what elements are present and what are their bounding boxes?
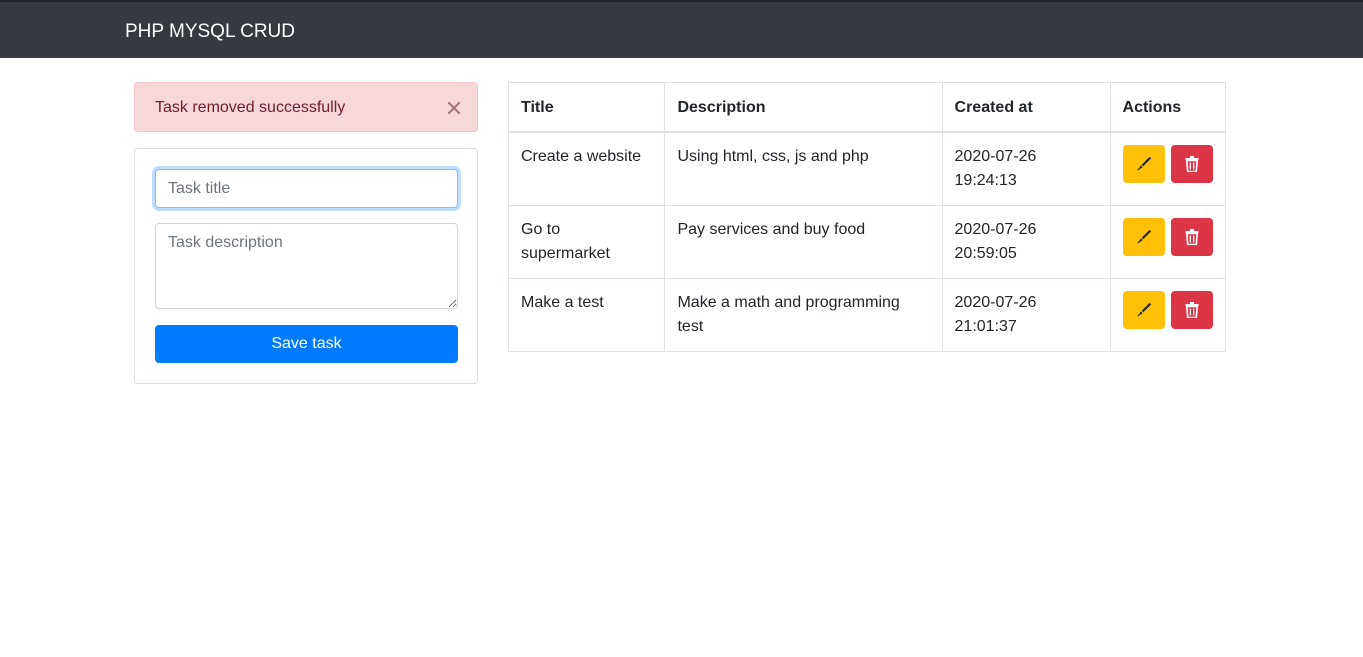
task-title-cell: Go to supermarket [507, 205, 666, 279]
marker-icon [1136, 156, 1151, 171]
tasks-table: Title Description Created at Actions Cre… [507, 82, 1227, 352]
marker-icon [1136, 229, 1151, 244]
task-description-textarea[interactable] [155, 223, 458, 309]
header-description: Description [664, 82, 943, 133]
header-created-at: Created at [941, 82, 1111, 133]
task-description-cell: Using html, css, js and php [664, 131, 943, 206]
task-created-cell: 2020-07-26 21:01:37 [941, 278, 1111, 352]
task-title-cell: Create a website [507, 131, 666, 206]
table-row: Create a website Using html, css, js and… [507, 131, 1227, 206]
alert-success-message: Task removed successfully [134, 82, 478, 132]
table-row: Make a test Make a math and programming … [507, 278, 1227, 352]
task-actions-cell [1109, 278, 1227, 352]
close-icon[interactable] [441, 95, 467, 121]
header-title: Title [507, 82, 666, 133]
task-actions-cell [1109, 131, 1227, 206]
marker-icon [1136, 302, 1151, 317]
task-created-cell: 2020-07-26 20:59:05 [941, 205, 1111, 279]
trash-icon [1185, 156, 1199, 172]
trash-icon [1185, 229, 1199, 245]
table-row: Go to supermarket Pay services and buy f… [507, 205, 1227, 279]
task-title-cell: Make a test [507, 278, 666, 352]
navbar-brand[interactable]: PHP MYSQL CRUD [125, 20, 295, 44]
task-actions-cell [1109, 205, 1227, 279]
task-title-input[interactable] [155, 169, 458, 208]
edit-task-button[interactable] [1122, 218, 1165, 256]
trash-icon [1185, 302, 1199, 318]
table-header-row: Title Description Created at Actions [507, 82, 1227, 133]
header-actions: Actions [1109, 82, 1227, 133]
task-form-card: Save task [134, 148, 478, 384]
task-description-cell: Pay services and buy food [664, 205, 943, 279]
task-description-cell: Make a math and programming test [664, 278, 943, 352]
task-created-cell: 2020-07-26 19:24:13 [941, 131, 1111, 206]
edit-task-button[interactable] [1122, 145, 1165, 183]
delete-task-button[interactable] [1170, 291, 1213, 329]
save-task-button[interactable]: Save task [155, 325, 458, 363]
edit-task-button[interactable] [1122, 291, 1165, 329]
delete-task-button[interactable] [1170, 145, 1213, 183]
delete-task-button[interactable] [1170, 218, 1213, 256]
alert-text: Task removed successfully [155, 99, 346, 116]
navbar: PHP MYSQL CRUD [0, 0, 1363, 58]
